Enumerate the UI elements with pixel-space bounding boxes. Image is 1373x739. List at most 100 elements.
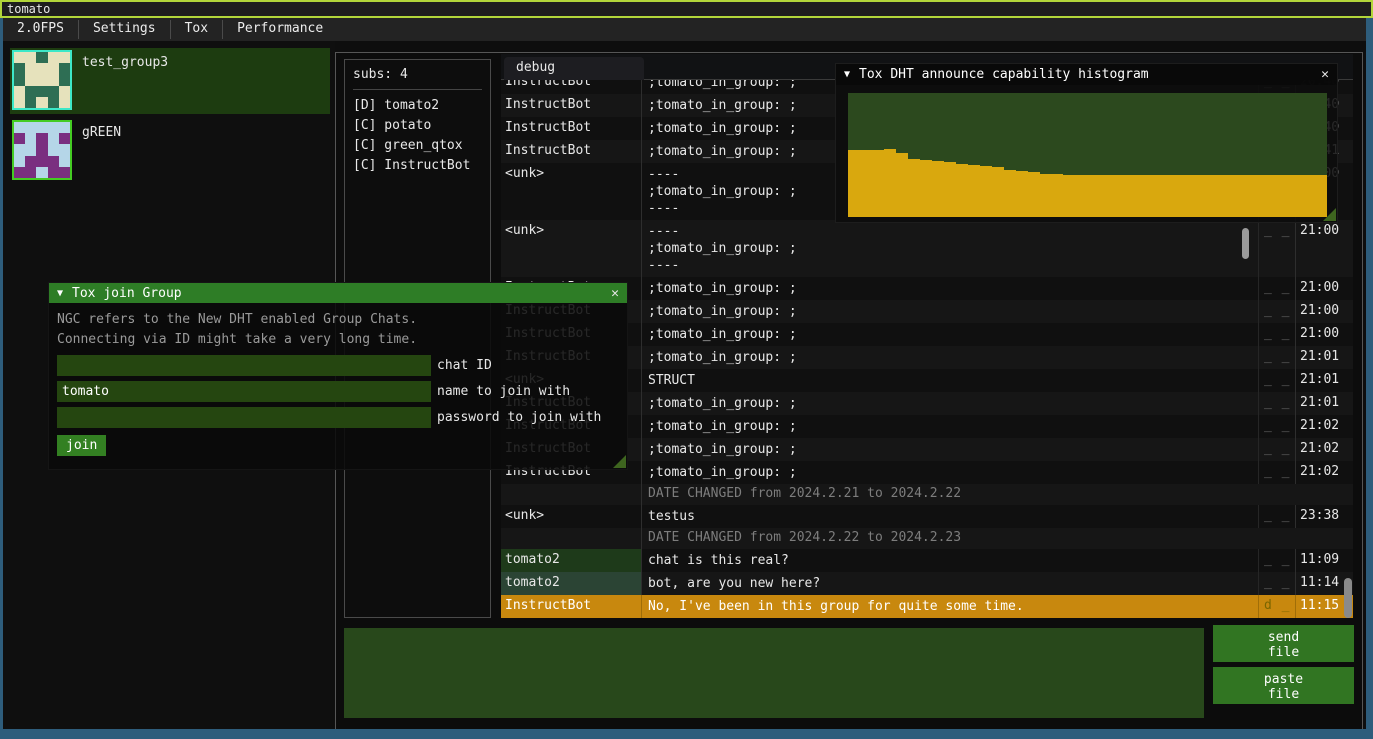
chat-row-time: 21:00 [1295, 323, 1353, 346]
paste-file-button[interactable]: paste file [1213, 667, 1354, 704]
member-list: [D] tomato2[C] potato[C] green_qtox[C] I… [353, 96, 482, 176]
chat-row-flags: _ _ [1258, 461, 1295, 484]
chat-row-name: tomato2 [501, 549, 641, 572]
group-avatar [12, 50, 72, 110]
chat-row-message: bot, are you new here? [641, 572, 1258, 595]
join-input-chat-id[interactable] [57, 355, 431, 376]
chat-row[interactable]: <unk>---- ;tomato_in_group: ; ----_ _21:… [501, 220, 1353, 277]
join-group-titlebar[interactable]: ▼ Tox join Group ✕ [49, 283, 627, 303]
send-file-button[interactable]: send file [1213, 625, 1354, 662]
avatar-pixel [36, 122, 47, 133]
join-input-password-to-join-with[interactable] [57, 407, 431, 428]
histogram-bar [1063, 175, 1075, 217]
chat-row[interactable]: InstructBot;tomato_in_group: ;_ _21:01 [501, 346, 1353, 369]
avatar-pixel [59, 97, 70, 108]
collapse-icon[interactable]: ▼ [57, 288, 63, 299]
chat-row[interactable]: tomato2chat is this real?_ _11:09 [501, 549, 1353, 572]
avatar-pixel [36, 156, 47, 167]
menu-item-performance[interactable]: Performance [223, 18, 337, 41]
chat-row-name: tomato2 [501, 572, 641, 595]
window-titlebar[interactable]: tomato [0, 0, 1373, 18]
chat-row-message: ;tomato_in_group: ; [641, 461, 1258, 484]
histogram-bar [1267, 175, 1279, 217]
close-icon[interactable]: ✕ [1321, 67, 1329, 82]
chat-row-flags: _ _ [1258, 323, 1295, 346]
collapse-icon[interactable]: ▼ [844, 69, 850, 80]
chat-row[interactable]: tomato2bot, are you new here?_ _11:14 [501, 572, 1353, 595]
chat-row[interactable]: <unk>STRUCT_ _21:01 [501, 369, 1353, 392]
group-item-test_group3[interactable]: test_group3 [10, 48, 330, 114]
join-group-body: NGC refers to the New DHT enabled Group … [49, 303, 627, 463]
chat-row-time: 21:02 [1295, 438, 1353, 461]
chat-row-time: 21:00 [1295, 277, 1353, 300]
histogram-bar [1087, 175, 1099, 217]
chat-row-flags: _ _ [1258, 438, 1295, 461]
window-scrollbar-grabber[interactable] [1344, 578, 1352, 618]
chat-date-row: DATE CHANGED from 2024.2.21 to 2024.2.22 [501, 484, 1353, 505]
avatar-pixel [36, 63, 47, 74]
chat-row[interactable]: InstructBot;tomato_in_group: ;_ _21:00 [501, 323, 1353, 346]
chat-row-message: ;tomato_in_group: ; [641, 277, 1258, 300]
chat-row-flags: _ _ [1258, 549, 1295, 572]
histogram-bar [1159, 175, 1171, 217]
chat-row[interactable]: InstructBot;tomato_in_group: ;_ _21:02 [501, 438, 1353, 461]
join-button[interactable]: join [57, 435, 106, 456]
avatar-pixel [25, 144, 36, 155]
chat-row[interactable]: InstructBot;tomato_in_group: ;_ _21:02 [501, 415, 1353, 438]
group-item-gREEN[interactable]: gREEN [10, 118, 330, 182]
resize-grip-icon[interactable] [1323, 208, 1336, 221]
close-icon[interactable]: ✕ [611, 286, 619, 301]
histogram-bar [1219, 175, 1231, 217]
member-item[interactable]: [C] potato [353, 116, 482, 136]
avatar-pixel [48, 133, 59, 144]
avatar-pixel [36, 144, 47, 155]
avatar-pixel [25, 133, 36, 144]
avatar-pixel [25, 52, 36, 63]
resize-grip-icon[interactable] [613, 455, 626, 468]
join-input-name-to-join-with[interactable] [57, 381, 431, 402]
group-name: gREEN [82, 125, 121, 140]
histogram-bar [1016, 171, 1028, 217]
histogram-bar [908, 159, 920, 217]
member-item[interactable]: [C] green_qtox [353, 136, 482, 156]
chat-row[interactable]: InstructBot;tomato_in_group: ;_ _21:01 [501, 392, 1353, 415]
avatar-pixel [48, 167, 59, 178]
member-item[interactable]: [C] InstructBot [353, 156, 482, 176]
histogram-bar [1279, 175, 1291, 217]
avatar-pixel [36, 74, 47, 85]
chat-row-flags: _ _ [1258, 346, 1295, 369]
chat-row-time: 21:02 [1295, 461, 1353, 484]
avatar-pixel [14, 144, 25, 155]
dht-histogram-titlebar[interactable]: ▼ Tox DHT announce capability histogram … [836, 64, 1337, 85]
member-item[interactable]: [D] tomato2 [353, 96, 482, 116]
window-frame-right [1366, 18, 1373, 730]
chat-row[interactable]: InstructBot;tomato_in_group: ;_ _21:00 [501, 300, 1353, 323]
chat-row-message: ;tomato_in_group: ; [641, 392, 1258, 415]
message-input[interactable] [344, 628, 1204, 718]
chat-row[interactable]: <unk>testus_ _23:38 [501, 505, 1353, 528]
avatar-pixel [14, 133, 25, 144]
chat-scrollbar-grabber[interactable] [1242, 228, 1249, 259]
avatar-pixel [25, 63, 36, 74]
histogram-bar [920, 160, 932, 217]
avatar-pixel [25, 97, 36, 108]
chat-row[interactable]: InstructBot;tomato_in_group: ;_ _21:00 [501, 277, 1353, 300]
menu-item-2-0fps[interactable]: 2.0FPS [3, 18, 78, 41]
join-group-window: ▼ Tox join Group ✕ NGC refers to the New… [48, 282, 628, 470]
avatar-pixel [25, 167, 36, 178]
join-field-label: chat ID [437, 358, 492, 373]
menu-item-tox[interactable]: Tox [171, 18, 222, 41]
histogram-bar [1303, 175, 1315, 217]
chat-row-flags: d _ [1258, 595, 1295, 618]
menu-item-settings[interactable]: Settings [79, 18, 170, 41]
histogram-bar [884, 149, 896, 217]
histogram-bar [1195, 175, 1207, 217]
histogram-bar [1040, 174, 1052, 217]
histogram-bar [1135, 175, 1147, 217]
chat-row[interactable]: InstructBot;tomato_in_group: ;_ _21:02 [501, 461, 1353, 484]
group-name: test_group3 [82, 55, 168, 70]
chat-row[interactable]: InstructBotNo, I've been in this group f… [501, 595, 1353, 618]
chat-row-message: testus [641, 505, 1258, 528]
join-field-label: password to join with [437, 410, 601, 425]
tab-debug[interactable]: debug [504, 57, 644, 80]
